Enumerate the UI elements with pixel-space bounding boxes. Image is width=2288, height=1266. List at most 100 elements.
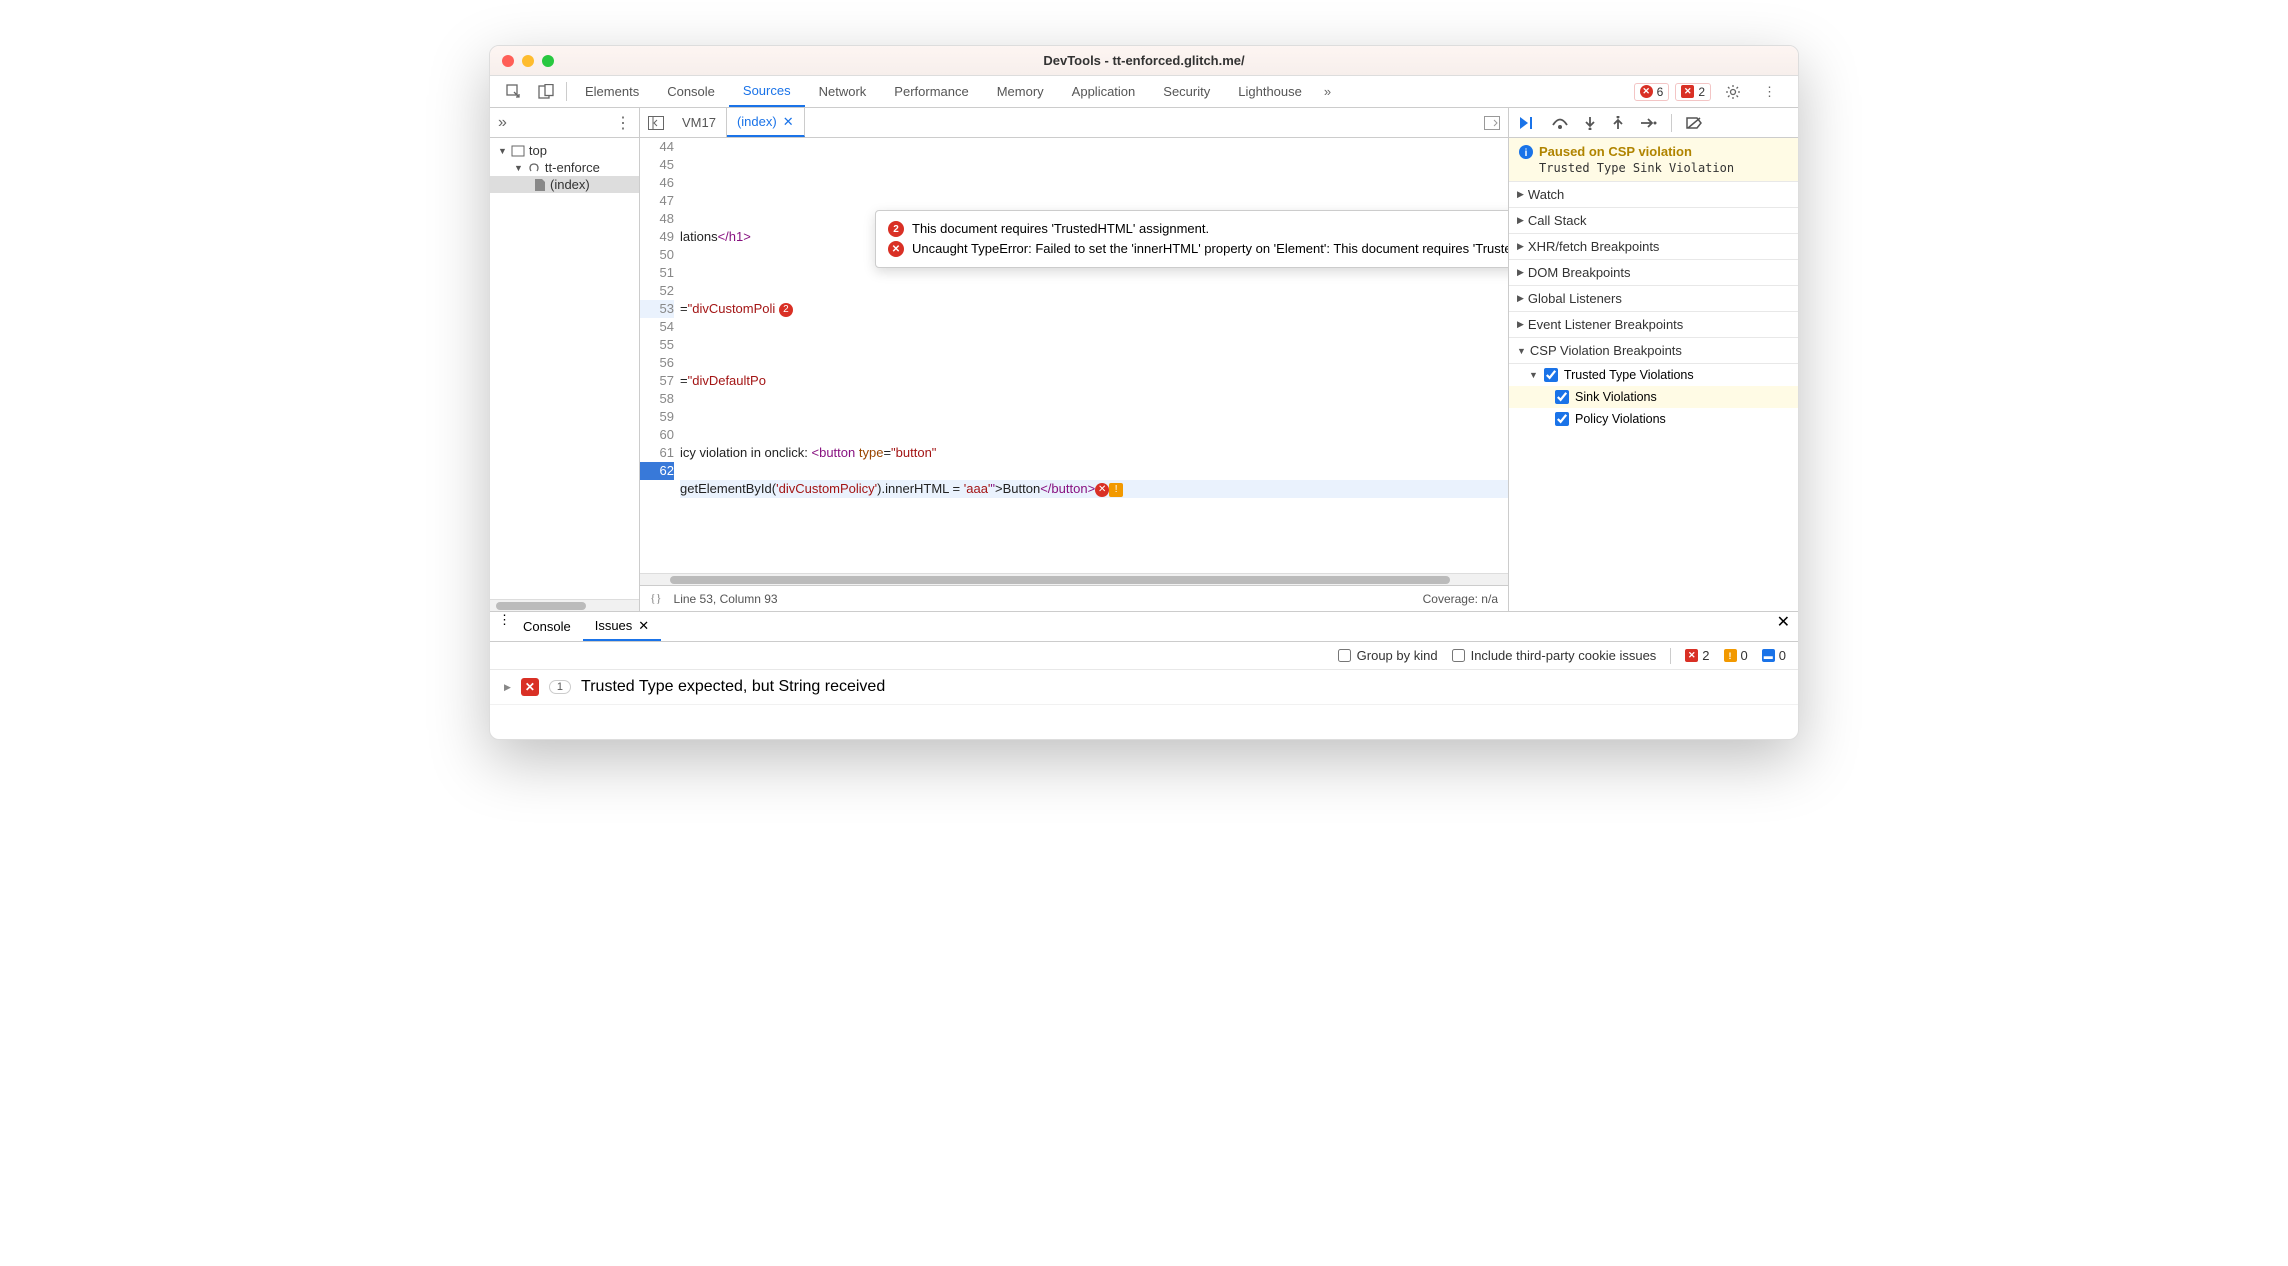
issue-text: Trusted Type expected, but String receiv… xyxy=(581,678,885,696)
section-watch[interactable]: ▶Watch xyxy=(1509,182,1798,208)
error-badge[interactable]: ✕6 xyxy=(1634,83,1670,101)
error-icon[interactable]: 2 xyxy=(779,303,793,317)
cursor-position: Line 53, Column 93 xyxy=(674,592,778,606)
checkbox-policy[interactable] xyxy=(1555,412,1569,426)
section-event[interactable]: ▶Event Listener Breakpoints xyxy=(1509,312,1798,338)
editor-panel: VM17 (index)✕ 44454647484950515253545556… xyxy=(640,108,1508,611)
issue-row-1[interactable]: ▶ ✕ 1 Trusted Type expected, but String … xyxy=(490,670,1798,705)
navigator-menu-icon[interactable]: ⋮ xyxy=(615,113,631,133)
menu-icon[interactable]: ⋮ xyxy=(1755,84,1784,100)
resume-icon[interactable] xyxy=(1519,116,1537,130)
section-global[interactable]: ▶Global Listeners xyxy=(1509,286,1798,312)
group-by-kind-checkbox[interactable]: Group by kind xyxy=(1338,648,1438,663)
close-drawer-tab-icon[interactable]: ✕ xyxy=(638,618,649,634)
tree-top[interactable]: ▼top xyxy=(490,142,639,159)
editor-hscrollbar[interactable] xyxy=(640,573,1508,585)
tab-memory[interactable]: Memory xyxy=(983,76,1058,107)
navigator-panel: » ⋮ ▼top ▼tt-enforce (index) xyxy=(490,108,640,611)
section-xhr[interactable]: ▶XHR/fetch Breakpoints xyxy=(1509,234,1798,260)
more-navs-icon[interactable]: » xyxy=(498,114,507,132)
step-over-icon[interactable] xyxy=(1551,116,1569,130)
devtools-window: DevTools - tt-enforced.glitch.me/ Elemen… xyxy=(489,45,1799,740)
traffic-lights xyxy=(502,55,554,67)
maximize-icon[interactable] xyxy=(542,55,554,67)
tab-elements[interactable]: Elements xyxy=(571,76,653,107)
drawer-info-count: ▬0 xyxy=(1762,648,1786,663)
step-icon[interactable] xyxy=(1639,116,1657,130)
checkbox-sink[interactable] xyxy=(1555,390,1569,404)
drawer-tabs: ⋮ Console Issues✕ ✕ xyxy=(490,612,1798,642)
file-tabs: VM17 (index)✕ xyxy=(640,108,1508,138)
tree-file-index[interactable]: (index) xyxy=(490,176,639,193)
file-tab-vm17[interactable]: VM17 xyxy=(672,108,727,137)
drawer-error-count: ✕2 xyxy=(1685,648,1709,663)
code-editor[interactable]: 44454647484950515253545556575859606162 l… xyxy=(640,138,1508,573)
checkbox-trusted-types[interactable] xyxy=(1544,368,1558,382)
section-dom[interactable]: ▶DOM Breakpoints xyxy=(1509,260,1798,286)
close-tab-icon[interactable]: ✕ xyxy=(783,114,794,130)
more-tabs-icon[interactable]: » xyxy=(1316,76,1339,107)
tree-domain[interactable]: ▼tt-enforce xyxy=(490,159,639,176)
tab-security[interactable]: Security xyxy=(1149,76,1224,107)
csp-trusted-types[interactable]: ▼Trusted Type Violations xyxy=(1509,364,1798,386)
drawer-tab-issues[interactable]: Issues✕ xyxy=(583,612,661,641)
tab-sources[interactable]: Sources xyxy=(729,76,805,107)
error-count-icon: 2 xyxy=(888,221,904,237)
tab-lighthouse[interactable]: Lighthouse xyxy=(1224,76,1316,107)
close-icon[interactable] xyxy=(502,55,514,67)
nav-sidebar-icon[interactable] xyxy=(640,108,672,137)
tooltip-msg-2: Uncaught TypeError: Failed to set the 'i… xyxy=(912,241,1508,256)
file-tree: ▼top ▼tt-enforce (index) xyxy=(490,138,639,599)
tab-network[interactable]: Network xyxy=(805,76,881,107)
pause-subtitle: Trusted Type Sink Violation xyxy=(1519,161,1798,175)
issues-count: 2 xyxy=(1698,85,1705,99)
coverage-status: Coverage: n/a xyxy=(1423,592,1498,606)
navigator-head: » ⋮ xyxy=(490,108,639,138)
device-icon[interactable] xyxy=(530,76,562,107)
minimize-icon[interactable] xyxy=(522,55,534,67)
editor-footer: {} Line 53, Column 93 Coverage: n/a xyxy=(640,585,1508,611)
inspect-icon[interactable] xyxy=(498,76,530,107)
drawer-warn-count: !0 xyxy=(1724,648,1748,663)
close-drawer-icon[interactable]: ✕ xyxy=(1777,612,1790,641)
deactivate-bp-icon[interactable] xyxy=(1686,116,1702,130)
error-tooltip: 2This document requires 'TrustedHTML' as… xyxy=(875,210,1508,268)
warning-icon[interactable]: ! xyxy=(1109,483,1123,497)
section-callstack[interactable]: ▶Call Stack xyxy=(1509,208,1798,234)
pause-banner: i Paused on CSP violation Trusted Type Si… xyxy=(1509,138,1798,182)
body: » ⋮ ▼top ▼tt-enforce (index) VM17 (index… xyxy=(490,108,1798,611)
error-icon: ✕ xyxy=(888,241,904,257)
issues-badge[interactable]: ✕2 xyxy=(1675,83,1711,101)
run-snippet-icon[interactable] xyxy=(1476,108,1508,137)
csp-sink[interactable]: Sink Violations xyxy=(1509,386,1798,408)
debugger-panel: i Paused on CSP violation Trusted Type Si… xyxy=(1508,108,1798,611)
issue-error-icon: ✕ xyxy=(521,678,539,696)
window-title: DevTools - tt-enforced.glitch.me/ xyxy=(1043,53,1244,68)
code-content: lations</h1> ="divCustomPoli 2 ="divDefa… xyxy=(680,138,1508,573)
svg-text:i: i xyxy=(1525,148,1528,159)
titlebar: DevTools - tt-enforced.glitch.me/ xyxy=(490,46,1798,76)
drawer-tab-console[interactable]: Console xyxy=(511,612,583,641)
pretty-print-icon[interactable]: {} xyxy=(650,591,662,606)
step-out-icon[interactable] xyxy=(1611,116,1625,130)
tab-application[interactable]: Application xyxy=(1058,76,1150,107)
tab-console[interactable]: Console xyxy=(653,76,729,107)
csp-policy[interactable]: Policy Violations xyxy=(1509,408,1798,430)
issue-count: 1 xyxy=(549,680,571,694)
drawer: ⋮ Console Issues✕ ✕ Group by kind Includ… xyxy=(490,611,1798,739)
error-icon[interactable]: ✕ xyxy=(1095,483,1109,497)
gear-icon[interactable] xyxy=(1717,84,1749,100)
drawer-toolbar: Group by kind Include third-party cookie… xyxy=(490,642,1798,670)
file-tab-index[interactable]: (index)✕ xyxy=(727,108,805,137)
debugger-toolbar xyxy=(1509,108,1798,138)
main-tabbar: Elements Console Sources Network Perform… xyxy=(490,76,1798,108)
step-into-icon[interactable] xyxy=(1583,116,1597,130)
section-csp[interactable]: ▼CSP Violation Breakpoints xyxy=(1509,338,1798,364)
tab-performance[interactable]: Performance xyxy=(880,76,982,107)
third-party-checkbox[interactable]: Include third-party cookie issues xyxy=(1452,648,1657,663)
error-count: 6 xyxy=(1657,85,1664,99)
gutter: 44454647484950515253545556575859606162 xyxy=(640,138,680,573)
navigator-scrollbar[interactable] xyxy=(490,599,639,611)
pause-title: Paused on CSP violation xyxy=(1539,144,1692,159)
drawer-menu-icon[interactable]: ⋮ xyxy=(498,612,511,641)
